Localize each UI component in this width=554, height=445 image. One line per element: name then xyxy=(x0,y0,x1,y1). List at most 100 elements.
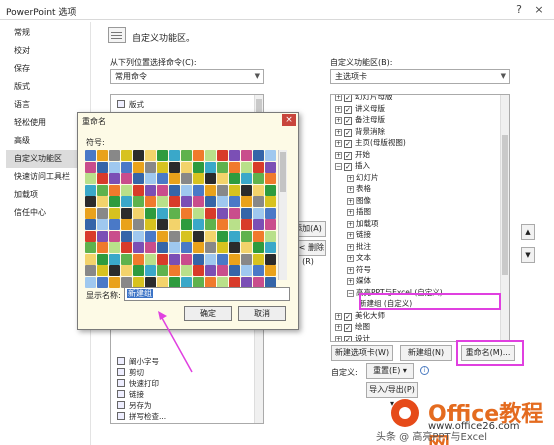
symbol-cell-icon[interactable] xyxy=(133,219,144,230)
symbol-cell-icon[interactable] xyxy=(193,173,204,184)
symbol-cell-icon[interactable] xyxy=(157,219,168,230)
symbol-cell-icon[interactable] xyxy=(169,219,180,230)
symbol-cell-icon[interactable] xyxy=(205,150,216,161)
symbol-cell-icon[interactable] xyxy=(121,242,132,253)
tab-checkbox[interactable]: ✓ xyxy=(344,335,352,341)
symbol-cell-icon[interactable] xyxy=(265,265,276,276)
symbol-cell-icon[interactable] xyxy=(265,207,276,219)
symbol-cell-icon[interactable] xyxy=(241,196,252,207)
nav-item[interactable]: 常规 xyxy=(6,24,86,42)
symbol-cell-icon[interactable] xyxy=(193,219,204,230)
symbol-cell-icon[interactable] xyxy=(109,219,120,230)
symbol-cell-icon[interactable] xyxy=(181,196,192,207)
nav-item[interactable]: 校对 xyxy=(6,42,86,60)
symbol-cell-icon[interactable] xyxy=(109,150,120,161)
symbol-cell-icon[interactable] xyxy=(121,230,132,242)
symbol-cell-icon[interactable] xyxy=(109,230,120,242)
ribbon-tree-item[interactable]: + ✓ 设计 xyxy=(335,333,370,341)
symbol-cell-icon[interactable] xyxy=(229,150,240,161)
symbol-cell-icon[interactable] xyxy=(181,219,192,230)
symbol-cell-icon[interactable] xyxy=(265,184,276,196)
ribbon-tree-item[interactable]: + 图像 xyxy=(347,195,371,207)
symbol-cell-icon[interactable] xyxy=(181,253,192,265)
move-up-button[interactable]: ▲ xyxy=(521,224,535,240)
symbol-cell-icon[interactable] xyxy=(85,242,96,253)
symbol-cell-icon[interactable] xyxy=(109,161,120,173)
symbol-cell-icon[interactable] xyxy=(229,161,240,173)
symbol-cell-icon[interactable] xyxy=(181,276,192,288)
symbol-cell-icon[interactable] xyxy=(193,276,204,288)
symbol-cell-icon[interactable] xyxy=(169,161,180,173)
symbol-cell-icon[interactable] xyxy=(265,276,276,288)
symbol-cell-icon[interactable] xyxy=(253,276,264,288)
ribbon-tree-item[interactable]: + ✓ 美化大师 xyxy=(335,310,385,322)
symbol-cell-icon[interactable] xyxy=(97,253,108,265)
symbol-cell-icon[interactable] xyxy=(265,161,276,173)
symbol-cell-icon[interactable] xyxy=(205,207,216,219)
symbol-cell-icon[interactable] xyxy=(145,219,156,230)
symbol-cell-icon[interactable] xyxy=(265,242,276,253)
symbol-cell-icon[interactable] xyxy=(85,173,96,184)
command-item[interactable]: 另存为 xyxy=(117,400,152,411)
symbol-cell-icon[interactable] xyxy=(181,265,192,276)
symbol-cell-icon[interactable] xyxy=(265,196,276,207)
help-button[interactable]: ? xyxy=(512,3,526,17)
symbol-cell-icon[interactable] xyxy=(217,196,228,207)
symbol-cell-icon[interactable] xyxy=(133,173,144,184)
symbol-cell-icon[interactable] xyxy=(85,253,96,265)
symbol-cell-icon[interactable] xyxy=(241,184,252,196)
symbol-cell-icon[interactable] xyxy=(109,265,120,276)
symbol-cell-icon[interactable] xyxy=(157,161,168,173)
ribbon-tree-item[interactable]: + 媒体 xyxy=(347,275,371,287)
symbol-cell-icon[interactable] xyxy=(145,173,156,184)
ribbon-tree-item[interactable]: + ✓ 备注母版 xyxy=(335,114,385,126)
symbol-cell-icon[interactable] xyxy=(217,219,228,230)
ribbon-tree-item[interactable]: + ✓ 讲义母版 xyxy=(335,103,385,115)
symbol-cell-icon[interactable] xyxy=(121,219,132,230)
expand-icon[interactable]: + xyxy=(335,95,342,101)
nav-item[interactable]: 保存 xyxy=(6,60,86,78)
symbol-cell-icon[interactable] xyxy=(229,230,240,242)
symbol-cell-icon[interactable] xyxy=(241,150,252,161)
symbol-cell-icon[interactable] xyxy=(193,242,204,253)
symbol-cell-icon[interactable] xyxy=(133,253,144,265)
ribbon-tabs-dropdown[interactable]: 主选项卡 ▼ xyxy=(330,69,510,84)
symbol-cell-icon[interactable] xyxy=(181,207,192,219)
symbol-cell-icon[interactable] xyxy=(241,242,252,253)
symbol-cell-icon[interactable] xyxy=(121,207,132,219)
expand-icon[interactable]: + xyxy=(347,278,354,285)
symbol-cell-icon[interactable] xyxy=(85,161,96,173)
expand-icon[interactable]: + xyxy=(335,140,342,147)
symbol-cell-icon[interactable] xyxy=(97,184,108,196)
command-item[interactable]: 剪切 xyxy=(117,367,144,378)
symbol-cell-icon[interactable] xyxy=(217,207,228,219)
symbol-cell-icon[interactable] xyxy=(121,196,132,207)
symbol-cell-icon[interactable] xyxy=(145,184,156,196)
symbol-cell-icon[interactable] xyxy=(193,196,204,207)
symbol-cell-icon[interactable] xyxy=(193,265,204,276)
ribbon-tree-item[interactable]: + 加载项 xyxy=(347,218,379,230)
tab-checkbox[interactable]: ✓ xyxy=(344,312,352,321)
symbol-cell-icon[interactable] xyxy=(253,150,264,161)
new-tab-button[interactable]: 新建选项卡(W) xyxy=(331,345,393,361)
command-item[interactable]: 拼写检查... xyxy=(117,411,166,422)
symbol-cell-icon[interactable] xyxy=(109,196,120,207)
command-item[interactable]: 链接 xyxy=(117,389,144,400)
symbol-cell-icon[interactable] xyxy=(241,173,252,184)
symbol-cell-icon[interactable] xyxy=(241,161,252,173)
tab-checkbox[interactable]: ✓ xyxy=(344,105,352,114)
expand-icon[interactable]: + xyxy=(335,335,342,341)
ribbon-tree-scrollbar[interactable] xyxy=(500,95,509,341)
symbol-cell-icon[interactable] xyxy=(133,150,144,161)
symbol-cell-icon[interactable] xyxy=(157,276,168,288)
expand-icon[interactable]: + xyxy=(335,324,342,331)
ribbon-tree-item[interactable]: + 符号 xyxy=(347,264,371,276)
symbol-cell-icon[interactable] xyxy=(85,230,96,242)
nav-item[interactable]: 轻松使用 xyxy=(6,114,86,132)
expand-icon[interactable]: + xyxy=(347,232,354,239)
expand-icon[interactable]: + xyxy=(347,243,354,251)
symbol-cell-icon[interactable] xyxy=(217,184,228,196)
symbol-cell-icon[interactable] xyxy=(229,276,240,288)
collapse-icon[interactable]: − xyxy=(347,289,354,297)
symbol-cell-icon[interactable] xyxy=(229,207,240,219)
